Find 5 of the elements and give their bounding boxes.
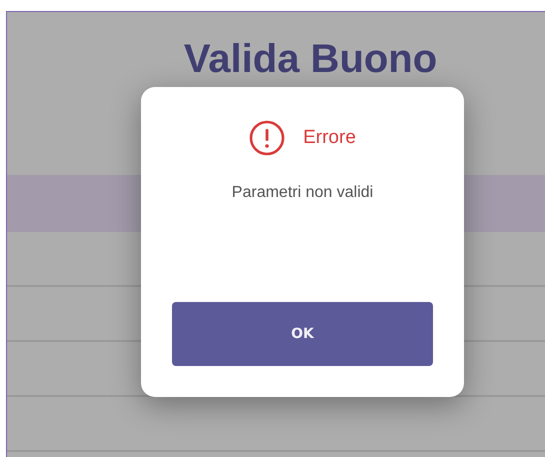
error-icon bbox=[249, 120, 286, 156]
dialog-message: Parametri non validi bbox=[232, 184, 374, 202]
page-title: Valida Buono bbox=[184, 36, 438, 82]
dialog-title: Errore bbox=[303, 127, 356, 149]
ok-button[interactable]: OK bbox=[172, 302, 433, 366]
